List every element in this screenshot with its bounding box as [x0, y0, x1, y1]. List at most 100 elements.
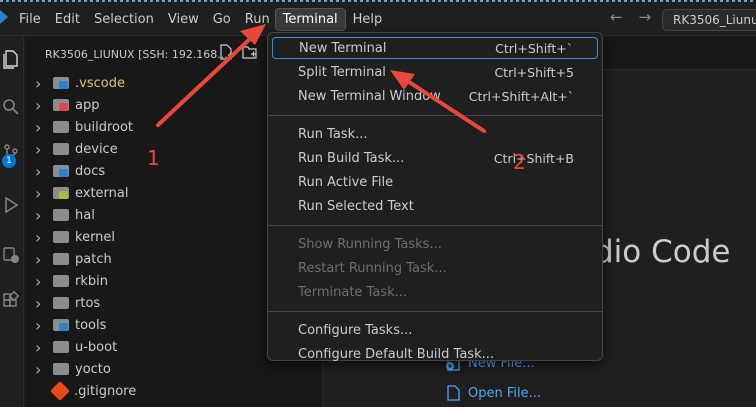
menu-item-label: Configure Tasks... [298, 322, 413, 338]
run-debug-icon[interactable] [0, 192, 22, 218]
menu-run[interactable]: Run [238, 9, 277, 30]
folder-icon [53, 143, 69, 155]
tree-item-label: rtos [75, 295, 101, 311]
tree-item-rtos[interactable]: › rtos [35, 292, 136, 314]
tree-item-u-boot[interactable]: › u-boot [35, 336, 136, 358]
tree-item-hal[interactable]: › hal [35, 204, 136, 226]
open-file-label: Open File... [468, 385, 542, 401]
open-file-link[interactable]: Open File... [444, 384, 541, 402]
menu-item-run-active-file[interactable]: Run Active File [272, 171, 598, 193]
tree-item-rkbin[interactable]: › rkbin [35, 270, 136, 292]
menu-item-run-build-task[interactable]: Run Build Task... Ctrl+Shift+B [272, 147, 598, 169]
folder-icon [53, 341, 69, 353]
menu-item-configure-default-build-task[interactable]: Configure Default Build Task... [272, 343, 598, 365]
menu-item-configure-tasks[interactable]: Configure Tasks... [272, 319, 598, 341]
chevron-right-icon[interactable]: › [35, 162, 53, 181]
menu-item-label: Restart Running Task... [298, 260, 447, 276]
tree-item-dot-gitignore[interactable]: .gitignore [35, 380, 136, 402]
back-arrow-icon[interactable]: ← [610, 8, 623, 26]
menu-item-show-running-tasks: Show Running Tasks... [272, 233, 598, 255]
chevron-right-icon[interactable]: › [35, 316, 53, 335]
menu-item-restart-running-task: Restart Running Task... [272, 257, 598, 279]
activity-bar: 1 [0, 36, 24, 407]
menu-item-split-terminal[interactable]: Split Terminal Ctrl+Shift+5 [272, 61, 598, 83]
explorer-actions [218, 44, 258, 60]
remote-explorer-icon[interactable] [0, 242, 22, 268]
files-icon[interactable] [0, 46, 22, 72]
chevron-right-icon[interactable]: › [35, 206, 53, 225]
tree-item-tools[interactable]: › tools [35, 314, 136, 336]
tree-item-label: docs [75, 163, 106, 179]
menu-item-shortcut: Ctrl+Shift+B [493, 150, 574, 166]
extensions-icon[interactable] [0, 288, 22, 314]
explorer-root-title[interactable]: RK3506_LIUNUX [SSH: 192.168.... [45, 48, 231, 61]
tree-item-dot-vscode[interactable]: › .vscode [35, 72, 136, 94]
chevron-right-icon[interactable]: › [35, 360, 53, 379]
tree-item-label: rkbin [75, 273, 108, 289]
chevron-right-icon[interactable]: › [35, 338, 53, 357]
tree-item-device[interactable]: › device [35, 138, 136, 160]
menu-item-label: New Terminal Window [298, 88, 441, 104]
menu-item-label: Split Terminal [298, 64, 386, 80]
title-bar: File Edit Selection View Go Run Terminal Help ←… [0, 2, 756, 36]
chevron-right-icon[interactable]: › [35, 250, 53, 269]
tree-item-label: tools [75, 317, 107, 333]
folder-icon [53, 297, 69, 309]
tree-item-external[interactable]: › external [35, 182, 136, 204]
chevron-right-icon[interactable]: › [35, 140, 53, 159]
tree-item-docs[interactable]: › docs [35, 160, 136, 182]
terminal-menu-dropdown: New Terminal Ctrl+Shift+` Split Terminal Ct… [267, 32, 603, 362]
menu-view[interactable]: View [161, 9, 206, 30]
menu-item-shortcut: Ctrl+Shift+5 [494, 64, 574, 80]
folder-icon [53, 253, 69, 265]
file-tree: › .vscode › app › buildroot › device › docs › exter… [35, 72, 136, 402]
chevron-right-icon[interactable]: › [35, 294, 53, 313]
menu-item-new-terminal-window[interactable]: New Terminal Window Ctrl+Shift+Alt+` [272, 85, 598, 107]
new-folder-icon[interactable] [242, 44, 258, 60]
menu-edit[interactable]: Edit [48, 9, 87, 30]
chevron-right-icon[interactable]: › [35, 74, 53, 93]
menu-item-label: Run Active File [298, 174, 394, 190]
menu-selection[interactable]: Selection [87, 9, 161, 30]
tree-item-label: patch [75, 251, 112, 267]
menu-item-run-selected-text[interactable]: Run Selected Text [272, 195, 598, 217]
tools-folder-icon [53, 319, 69, 331]
new-file-icon[interactable] [218, 44, 234, 60]
annotation-label-1: 1 [147, 146, 160, 170]
menu-item-run-task[interactable]: Run Task... [272, 123, 598, 145]
chevron-right-icon[interactable]: › [35, 272, 53, 291]
menu-separator [268, 115, 602, 116]
tree-item-label: u-boot [75, 339, 118, 355]
menu-file[interactable]: File [12, 9, 48, 30]
tree-item-buildroot[interactable]: › buildroot [35, 116, 136, 138]
menu-terminal[interactable]: Terminal [274, 7, 346, 31]
tree-item-yocto[interactable]: › yocto [35, 358, 136, 380]
tree-item-patch[interactable]: › patch [35, 248, 136, 270]
tree-item-label: app [75, 97, 100, 113]
menu-go[interactable]: Go [206, 9, 238, 30]
command-center-search[interactable]: RK3506_Liunux [662, 9, 756, 31]
chevron-right-icon[interactable]: › [35, 118, 53, 137]
tree-item-label: yocto [75, 361, 111, 377]
menu-help[interactable]: Help [346, 9, 390, 30]
menu-item-label: Run Selected Text [298, 198, 414, 214]
tree-item-label: .vscode [75, 75, 125, 91]
chevron-right-icon[interactable]: › [35, 228, 53, 247]
chevron-right-icon[interactable]: › [35, 96, 53, 115]
search-icon[interactable] [0, 94, 22, 120]
folder-icon [53, 209, 69, 221]
menu-item-shortcut: Ctrl+Shift+` [495, 40, 573, 56]
folder-icon [53, 275, 69, 287]
chevron-right-icon[interactable]: › [35, 184, 53, 203]
tree-item-app[interactable]: › app [35, 94, 136, 116]
folder-icon [53, 121, 69, 133]
menu-item-label: New Terminal [299, 40, 387, 56]
forward-arrow-icon[interactable]: → [639, 8, 652, 26]
menu-item-shortcut: Ctrl+Shift+Alt+` [468, 88, 574, 104]
menu-separator [268, 225, 602, 226]
menu-item-new-terminal[interactable]: New Terminal Ctrl+Shift+` [272, 37, 598, 59]
tree-item-kernel[interactable]: › kernel [35, 226, 136, 248]
menu-item-terminate-task: Terminate Task... [272, 281, 598, 303]
menu-item-label: Terminate Task... [298, 284, 408, 300]
welcome-title: dio Code [594, 234, 731, 270]
